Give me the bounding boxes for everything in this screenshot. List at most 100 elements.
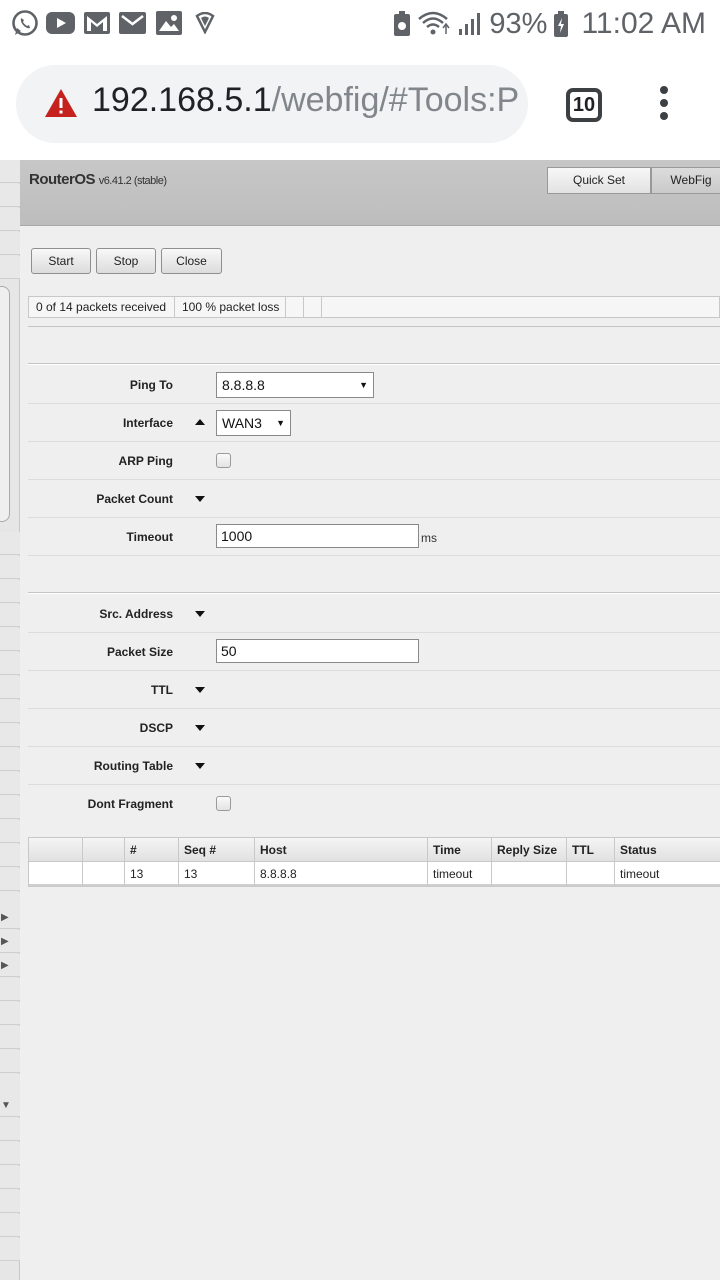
wifi-icon <box>418 11 451 35</box>
column-header[interactable]: TTL <box>567 838 615 862</box>
start-button[interactable]: Start <box>31 248 91 274</box>
system-indicators: 93% 11:02 AM <box>393 6 706 42</box>
arp-ping-checkbox[interactable] <box>216 453 231 468</box>
routing-table-label: Routing Table <box>93 759 173 773</box>
ttl-label: TTL <box>151 683 173 697</box>
table-cell: timeout <box>620 867 660 881</box>
menu-row[interactable] <box>0 1214 20 1237</box>
table-row[interactable]: 13 13 8.8.8.8 timeout timeout <box>29 862 720 886</box>
menu-row[interactable] <box>0 676 20 699</box>
column-header[interactable]: # <box>125 838 179 862</box>
ping-to-label: Ping To <box>129 378 173 392</box>
status-cell-empty <box>304 297 322 317</box>
menu-row[interactable] <box>0 868 20 891</box>
address-bar[interactable]: 192.168.5.1/webfig/#Tools:P <box>16 65 528 143</box>
menu-row[interactable] <box>0 532 20 555</box>
menu-row[interactable] <box>0 844 20 867</box>
column-header[interactable]: Seq # <box>179 838 255 862</box>
menu-expand-icon[interactable]: ▶ <box>0 954 20 977</box>
cell-signal-icon <box>459 13 481 35</box>
column-header[interactable] <box>29 838 83 862</box>
table-cell <box>567 862 615 886</box>
expand-field-icon[interactable] <box>195 496 205 502</box>
menu-row[interactable] <box>0 556 20 579</box>
routing-table-row: Routing Table <box>28 747 720 785</box>
browser-toolbar: 192.168.5.1/webfig/#Tools:P 10 <box>0 48 720 160</box>
timeout-label: Timeout <box>126 530 173 544</box>
expand-field-icon[interactable] <box>195 763 205 769</box>
submenu-panel <box>0 286 10 522</box>
packet-count-row: Packet Count <box>28 480 720 518</box>
column-header[interactable]: Status <box>615 838 720 862</box>
packet-size-input[interactable]: 50 <box>216 639 419 663</box>
packet-loss: 100 % packet loss <box>175 297 286 317</box>
menu-row[interactable] <box>0 604 20 627</box>
src-address-row: Src. Address <box>28 595 720 633</box>
dscp-row: DSCP <box>28 709 720 747</box>
tab-switcher-button[interactable]: 10 <box>566 88 602 122</box>
shield-icon <box>195 12 215 34</box>
column-header[interactable]: Time <box>428 838 492 862</box>
ping-to-row: Ping To 8.8.8.8 ▼ <box>28 366 720 404</box>
stop-button[interactable]: Stop <box>96 248 156 274</box>
expand-field-icon[interactable] <box>195 687 205 693</box>
column-header[interactable]: Reply Size <box>492 838 567 862</box>
menu-row[interactable] <box>0 772 20 795</box>
expand-field-icon[interactable] <box>195 611 205 617</box>
column-header[interactable]: Host <box>255 838 428 862</box>
menu-row[interactable] <box>0 1166 20 1189</box>
overflow-menu-icon[interactable] <box>657 86 671 126</box>
packet-count-label: Packet Count <box>96 492 173 506</box>
src-address-label: Src. Address <box>99 607 173 621</box>
menu-row[interactable] <box>0 652 20 675</box>
interface-select[interactable]: WAN3 ▼ <box>216 410 291 436</box>
arp-ping-row: ARP Ping <box>28 442 720 480</box>
table-cell: 8.8.8.8 <box>255 862 428 886</box>
timeout-input[interactable]: 1000 <box>216 524 419 548</box>
warning-icon[interactable] <box>44 88 78 118</box>
menu-row[interactable] <box>0 1238 20 1261</box>
packet-size-row: Packet Size 50 <box>28 633 720 671</box>
menu-row[interactable] <box>0 748 20 771</box>
email-icon <box>119 12 146 34</box>
menu-row[interactable] <box>0 978 20 1001</box>
arp-ping-label: ARP Ping <box>118 454 173 468</box>
menu-row[interactable] <box>0 580 20 603</box>
url-text[interactable]: 192.168.5.1/webfig/#Tools:P <box>92 81 519 120</box>
menu-row[interactable] <box>0 796 20 819</box>
menu-row[interactable] <box>0 628 20 651</box>
menu-row[interactable] <box>0 160 20 183</box>
collapse-field-icon[interactable] <box>195 419 205 425</box>
menu-row[interactable] <box>0 208 20 231</box>
table-cell: 13 <box>125 862 179 886</box>
ttl-row: TTL <box>28 671 720 709</box>
menu-row[interactable] <box>0 1142 20 1165</box>
version-label: v6.41.2 (stable) <box>98 175 167 187</box>
dont-fragment-checkbox[interactable] <box>216 796 231 811</box>
menu-collapse-icon[interactable]: ▼ <box>0 1094 20 1117</box>
menu-expand-icon[interactable]: ▶ <box>0 906 20 929</box>
menu-expand-icon[interactable]: ▶ <box>0 930 20 953</box>
dont-fragment-label: Dont Fragment <box>87 797 173 811</box>
webfig-button[interactable]: WebFig <box>651 167 720 194</box>
interface-row: Interface WAN3 ▼ <box>28 404 720 442</box>
menu-row[interactable] <box>0 700 20 723</box>
table-cell <box>29 862 83 886</box>
menu-row[interactable] <box>0 256 20 279</box>
menu-row[interactable] <box>0 820 20 843</box>
menu-row[interactable] <box>0 232 20 255</box>
menu-row[interactable] <box>0 1002 20 1025</box>
menu-row[interactable] <box>0 1118 20 1141</box>
menu-row[interactable] <box>0 1190 20 1213</box>
menu-row[interactable] <box>0 184 20 207</box>
clock: 11:02 AM <box>581 7 706 40</box>
column-header[interactable] <box>83 838 125 862</box>
menu-row[interactable] <box>0 1026 20 1049</box>
quick-set-button[interactable]: Quick Set <box>547 167 651 194</box>
menu-row[interactable] <box>0 724 20 747</box>
expand-field-icon[interactable] <box>195 725 205 731</box>
menu-row[interactable] <box>0 1050 20 1073</box>
status-bar: 93% 11:02 AM <box>0 0 720 48</box>
close-button[interactable]: Close <box>161 248 222 274</box>
ping-to-select[interactable]: 8.8.8.8 ▼ <box>216 372 374 398</box>
